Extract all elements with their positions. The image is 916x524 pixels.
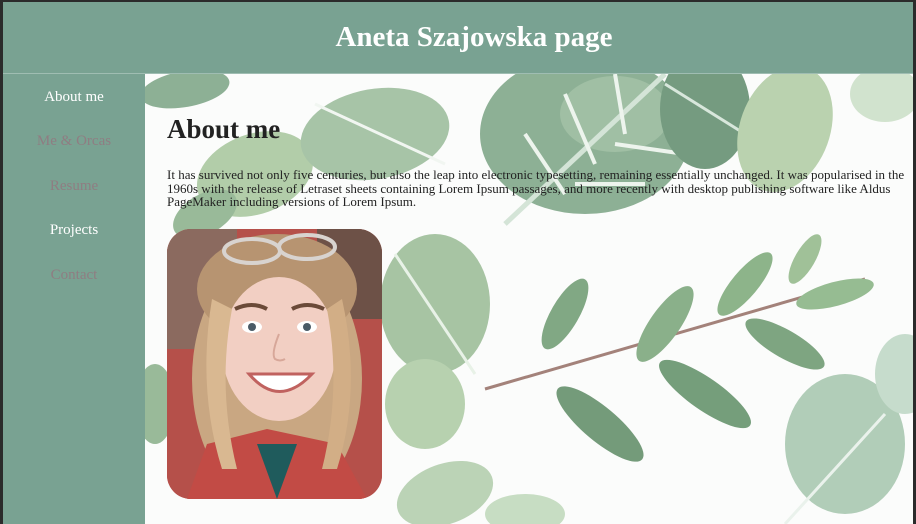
browser-frame: Aneta Szajowska page About me Me & Orcas… <box>3 2 913 524</box>
profile-photo <box>167 229 382 499</box>
profile-photo-image <box>167 229 382 499</box>
nav-item-projects[interactable]: Projects <box>3 222 145 239</box>
main-content: About me It has survived not only five c… <box>145 74 913 524</box>
leaf-cluster-mid-left <box>380 234 490 449</box>
sidebar-nav: About me Me & Orcas Resume Projects Cont… <box>3 74 145 524</box>
about-me-text: It has survived not only five centuries,… <box>167 167 905 209</box>
site-title: Aneta Szajowska page <box>335 21 613 53</box>
site-header: Aneta Szajowska page <box>3 2 913 74</box>
nav-item-about-me[interactable]: About me <box>3 89 145 106</box>
nav-item-me-and-orcas[interactable]: Me & Orcas <box>3 133 145 150</box>
leaf-cluster-top-left <box>145 74 450 239</box>
nav-item-contact[interactable]: Contact <box>3 267 145 284</box>
about-me-heading: About me <box>167 114 281 144</box>
nav-item-resume[interactable]: Resume <box>3 178 145 195</box>
